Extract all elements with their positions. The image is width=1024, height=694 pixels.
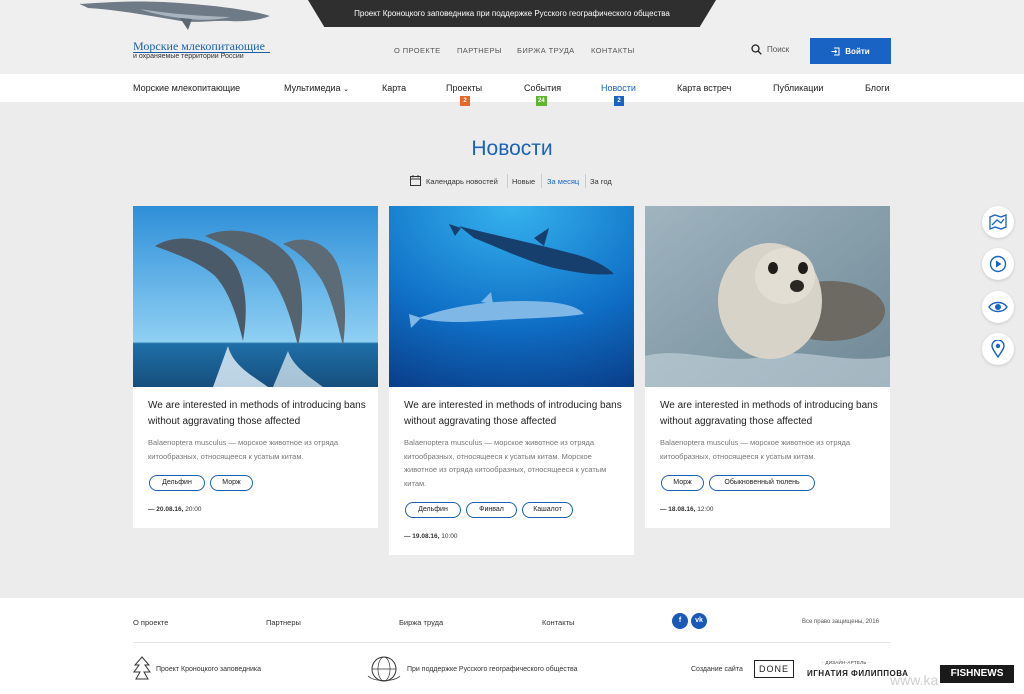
tag-dolphin[interactable]: Дельфин [405,502,461,518]
news-card[interactable]: We are interested in methods of introduc… [389,206,634,555]
tag-sperm-whale[interactable]: Кашалот [522,502,573,518]
tag-fin-whale[interactable]: Финвал [466,502,517,518]
play-icon [989,255,1007,273]
login-icon [831,47,840,55]
eye-icon [988,301,1008,313]
footer-link-jobs[interactable]: Биржа труда [399,618,443,627]
top-nav-about[interactable]: О ПРОЕКТЕ [394,46,441,55]
card-date-day: — 20.08.16, [148,506,184,513]
news-card[interactable]: We are interested in methods of introduc… [645,206,890,528]
filter-divider [541,174,542,188]
nav-multimedia-label: Мультимедиа [284,83,341,93]
nav-multimedia[interactable]: Мультимедиа ⌄ [284,83,349,93]
partner-rgo[interactable]: При поддержке Русского географического о… [407,666,578,673]
filter-year[interactable]: За год [590,177,612,186]
nav-publications[interactable]: Публикации [773,83,823,93]
design-studio-name[interactable]: ИГНАТИЯ ФИЛИППОВА [807,669,908,678]
login-button[interactable]: Войти [810,38,891,64]
nav-map[interactable]: Карта [382,83,406,93]
site-footer: О проекте Партнеры Биржа труда Контакты … [0,598,1024,694]
nav-projects[interactable]: Проекты [446,83,482,93]
filter-calendar[interactable]: Календарь новостей [426,177,498,186]
nav-blogs[interactable]: Блоги [865,83,889,93]
footer-link-partners[interactable]: Партнеры [266,618,301,627]
copyright: Все право защищены, 2016 [802,619,879,625]
card-text: Balaenoptera musculus — морское животное… [148,438,339,461]
filter-divider [507,174,508,188]
projects-count-badge: 2 [460,96,470,106]
top-nav-partners[interactable]: ПАРТНЕРЫ [457,46,502,55]
card-date: — 18.08.16, 12:00 [660,506,714,513]
card-text: Balaenoptera musculus — морское животное… [404,438,607,488]
logo-subtitle: и охраняемые территории России [133,53,244,60]
tag-walrus[interactable]: Морж [210,475,253,491]
tag-dolphin[interactable]: Дельфин [149,475,205,491]
made-by-label: Создание сайта [691,666,743,673]
map-icon [989,214,1007,230]
calendar-icon[interactable] [410,175,421,186]
location-pin-icon [991,340,1005,358]
main-nav: Морские млекопитающие Мультимедиа ⌄ Карт… [0,74,1024,106]
facebook-icon[interactable]: f [672,613,688,629]
views-button[interactable] [982,291,1014,323]
footer-link-contacts[interactable]: Контакты [542,618,574,627]
whale-logo-image [80,1,270,30]
card-title[interactable]: We are interested in methods of introduc… [660,398,880,430]
filter-month[interactable]: За месяц [547,177,579,186]
nav-marine-mammals[interactable]: Морские млекопитающие [133,83,240,93]
news-card[interactable]: We are interested in methods of introduc… [133,206,378,528]
design-studio-label: · ДИЗАЙН-АРТЕЛЬ · [822,660,871,665]
top-nav-contacts[interactable]: КОНТАКТЫ [591,46,635,55]
map-button[interactable] [982,206,1014,238]
news-count-badge: 2 [614,96,624,106]
page-title: Новости [471,137,553,160]
partner-kronotsky[interactable]: Проект Кроноцкого заповедника [156,666,261,673]
dolphins-underwater-image[interactable] [389,206,634,387]
seal-image[interactable] [645,206,890,387]
filter-divider [585,174,586,188]
location-button[interactable] [982,333,1014,365]
fishnews-text: FISHNEWS [950,668,1004,679]
kronotsky-logo-icon [133,656,151,680]
footer-link-about[interactable]: О проекте [133,618,168,627]
search-icon [751,44,762,55]
card-date-time: 20:00 [185,506,202,513]
nav-meeting-map[interactable]: Карта встреч [677,83,731,93]
nav-news[interactable]: Новости [601,83,636,93]
top-nav-jobs[interactable]: БИРЖА ТРУДА [517,46,575,55]
card-date-day: — 19.08.16, [404,533,440,540]
footer-divider [133,642,891,643]
card-date-time: 10:00 [441,533,458,540]
rgo-emblem-icon [367,656,401,682]
card-date-time: 12:00 [697,506,714,513]
card-text: Balaenoptera musculus — морское животное… [660,438,851,461]
card-date-day: — 18.08.16, [660,506,696,513]
dolphins-jumping-image[interactable] [133,206,378,387]
project-ribbon: Проект Кроноцкого заповедника при поддер… [308,0,716,27]
site-header: Проект Кроноцкого заповедника при поддер… [0,0,1024,74]
card-title[interactable]: We are interested in methods of introduc… [148,398,368,430]
card-title[interactable]: We are interested in methods of introduc… [404,398,624,430]
search-button[interactable]: Поиск [751,44,789,55]
events-count-badge: 24 [536,96,547,106]
login-label: Войти [845,46,870,56]
nav-events[interactable]: События [524,83,561,93]
fishnews-logo[interactable]: FISHNEWS [940,665,1014,683]
tag-harbor-seal[interactable]: Обыкновенный тюлень [709,475,815,491]
chevron-down-icon: ⌄ [343,86,349,93]
vk-icon[interactable]: vk [691,613,707,629]
card-date: — 20.08.16, 20:00 [148,506,202,513]
tag-walrus[interactable]: Морж [661,475,704,491]
filter-new[interactable]: Новые [512,177,535,186]
video-button[interactable] [982,248,1014,280]
card-date: — 19.08.16, 10:00 [404,533,458,540]
done-logo[interactable]: DONE [754,660,794,678]
search-label: Поиск [767,45,790,54]
